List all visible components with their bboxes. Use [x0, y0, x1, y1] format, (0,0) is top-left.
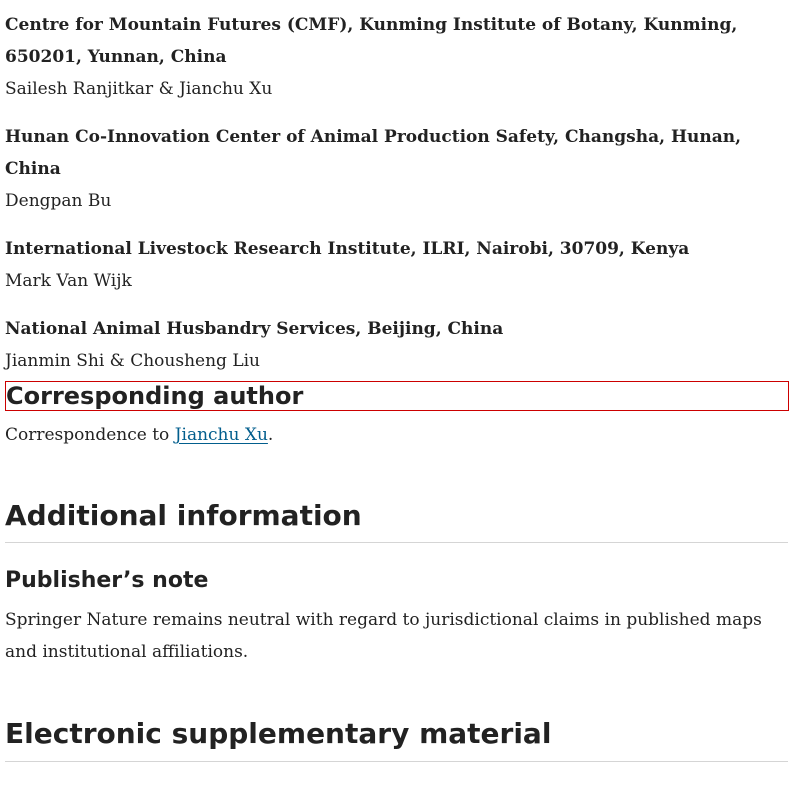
affiliation-ilri: International Livestock Research Institu… — [5, 233, 789, 297]
article-affiliations-page: Centre for Mountain Futures (CMF), Kunmi… — [5, 0, 789, 762]
affiliation-authors: Sailesh Ranjitkar & Jianchu Xu — [5, 79, 273, 99]
publishers-note-text: Springer Nature remains neutral with reg… — [5, 610, 762, 662]
affiliation-name: Centre for Mountain Futures (CMF), Kunmi… — [5, 15, 738, 67]
affiliation-name: International Livestock Research Institu… — [5, 239, 690, 259]
electronic-supplementary-heading: Electronic supplementary material — [5, 716, 788, 762]
corresponding-author-heading: Corresponding author — [5, 381, 789, 411]
correspondence-suffix: . — [267, 425, 274, 445]
affiliation-authors: Mark Van Wijk — [5, 271, 132, 291]
affiliation-name: Hunan Co-Innovation Center of Animal Pro… — [5, 127, 742, 179]
corresponding-author-link[interactable]: Jianchu Xu — [175, 425, 268, 445]
affiliation-name: National Animal Husbandry Services, Beij… — [5, 319, 504, 339]
correspondence-line: Correspondence to Jianchu Xu. — [5, 419, 273, 451]
affiliation-authors: Dengpan Bu — [5, 191, 112, 211]
affiliation-beijing: National Animal Husbandry Services, Beij… — [5, 313, 789, 377]
additional-information-heading: Additional information — [5, 498, 788, 543]
publishers-note-heading: Publisher’s note — [5, 568, 209, 593]
affiliation-authors: Jianmin Shi & Chousheng Liu — [5, 351, 260, 371]
affiliation-hunan: Hunan Co-Innovation Center of Animal Pro… — [5, 121, 789, 217]
affiliation-cmf-kunming: Centre for Mountain Futures (CMF), Kunmi… — [5, 0, 789, 105]
correspondence-prefix: Correspondence to — [5, 425, 175, 445]
